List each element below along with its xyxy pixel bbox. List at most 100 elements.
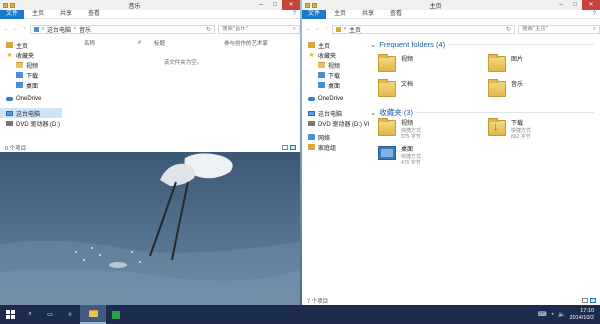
search-icon[interactable]: ⌕ (293, 26, 296, 33)
up-icon[interactable]: ↑ (323, 24, 329, 34)
tab-view[interactable]: 查看 (382, 10, 410, 19)
nav-item[interactable]: OneDrive (302, 94, 368, 104)
nav-item[interactable]: 下载 (302, 70, 368, 80)
favorite-downloads[interactable]: 下载 快捷方式 892 字节 (488, 118, 531, 140)
nav-item[interactable]: 主页 (302, 40, 368, 50)
nav-item[interactable]: 视频 (302, 60, 368, 70)
frequent-folders-header[interactable]: ⌄ Frequent folders (4) (370, 38, 600, 50)
tab-home[interactable]: 主页 (24, 10, 52, 19)
minimize-button[interactable]: – (554, 0, 568, 10)
maximize-button[interactable]: □ (268, 0, 282, 10)
refresh-icon[interactable]: ↻ (506, 26, 511, 33)
nav-item-label: 收藏夹 (16, 53, 35, 60)
quick-access-toolbar[interactable] (3, 2, 15, 8)
file-tab[interactable]: 文件 (302, 9, 327, 19)
maximize-button[interactable]: □ (568, 0, 582, 10)
nav-item[interactable]: DVD 驱动器 (D:) (0, 118, 62, 128)
close-button[interactable]: ✕ (282, 0, 300, 10)
frequent-folder-music[interactable]: 音乐 (488, 79, 524, 97)
title-bar[interactable]: 音乐 – □ ✕ (0, 0, 300, 10)
ribbon-tabs: 文件 主页 共享 查看 ? (302, 9, 600, 19)
breadcrumb-this-pc[interactable]: 这台电脑 (47, 25, 71, 34)
search-button[interactable]: ⌕ (20, 305, 40, 324)
explorer-button[interactable] (80, 305, 106, 324)
forward-icon[interactable]: → (314, 24, 320, 34)
back-icon[interactable]: ← (3, 24, 9, 34)
collapse-icon[interactable]: ⌄ (370, 108, 376, 117)
forward-icon[interactable]: → (12, 24, 18, 34)
address-bar[interactable]: › 主页 ↻ (332, 24, 515, 34)
up-icon[interactable]: ↑ (21, 24, 27, 34)
nav-item[interactable]: 视频 (0, 60, 62, 70)
search-input[interactable] (522, 25, 592, 33)
nav-item-label: OneDrive (16, 96, 42, 102)
nav-item[interactable]: 主页 (0, 40, 62, 50)
column-artist[interactable]: 参与创作的艺术家 (224, 39, 268, 47)
volume-icon[interactable]: 🔈 (558, 311, 565, 318)
close-button[interactable]: ✕ (582, 0, 600, 10)
nav-item[interactable]: 这台电脑 (0, 108, 62, 118)
clock[interactable]: 17:10 2014/10/2 (570, 308, 594, 322)
folder-icon (488, 54, 506, 72)
minimize-button[interactable]: – (254, 0, 268, 10)
nav-item[interactable]: 桌面 (302, 80, 368, 90)
nav-item[interactable]: 桌面 (0, 80, 62, 90)
nav-item[interactable]: 下载 (0, 70, 62, 80)
column-name[interactable]: 名称 (66, 39, 138, 47)
tab-share[interactable]: 共享 (52, 10, 80, 19)
breadcrumb-home[interactable]: 主页 (349, 25, 361, 34)
file-tab[interactable]: 文件 (0, 9, 25, 19)
breadcrumb-separator: › (74, 26, 77, 32)
large-icons-view-icon[interactable] (590, 298, 596, 303)
nav-item-label: 主页 (318, 43, 331, 50)
folder-icon[interactable] (3, 2, 8, 8)
nav-item[interactable]: 网络 (302, 132, 368, 142)
ie-button[interactable]: e (60, 305, 80, 324)
file-list[interactable]: 名称 # 标题 参与创作的艺术家 该文件夹为空。 (66, 38, 300, 138)
nav-item[interactable]: DVD 驱动器 (D:) VI (302, 118, 369, 128)
help-icon[interactable]: ? (293, 11, 296, 17)
frequent-folder-videos[interactable]: 视频 (378, 54, 413, 72)
quick-access-toolbar[interactable] (305, 2, 317, 8)
store-button[interactable] (106, 305, 126, 324)
details-view-icon[interactable] (282, 145, 288, 150)
back-icon[interactable]: ← (305, 24, 311, 34)
column-number[interactable]: # (138, 40, 154, 46)
title-bar[interactable]: 主页 – □ ✕ (302, 0, 600, 10)
large-icons-view-icon[interactable] (290, 145, 296, 150)
favorite-videos[interactable]: 视频 快捷方式 875 字节 (378, 118, 421, 140)
favorite-desktop[interactable]: 桌面 快捷方式 475 字节 (378, 146, 421, 166)
nav-item[interactable]: OneDrive (0, 94, 62, 104)
tab-view[interactable]: 查看 (80, 10, 108, 19)
address-bar[interactable]: › 这台电脑 › 音乐 ↻ (30, 24, 215, 34)
explorer-window-home[interactable]: 主页 – □ ✕ 文件 主页 共享 查看 ? ← → ↑ › 主页 ↻ ⌕ 主页… (302, 0, 600, 305)
folder-label: 音乐 (511, 82, 524, 88)
breadcrumb-music[interactable]: 音乐 (79, 25, 91, 34)
search-icon[interactable]: ⌕ (593, 26, 596, 33)
network-icon[interactable]: ◔ (550, 312, 554, 318)
start-button[interactable] (0, 305, 20, 324)
refresh-icon[interactable]: ↻ (206, 26, 211, 33)
favorites-header[interactable]: ⌄ 收藏夹 (3) (370, 106, 600, 118)
folder-icon (318, 62, 325, 68)
keyboard-icon[interactable]: ⌨ (538, 311, 547, 318)
frequent-folder-pictures[interactable]: 图片 (488, 54, 523, 72)
nav-item[interactable]: 这台电脑 (302, 108, 368, 118)
task-view-button[interactable]: ▭ (40, 305, 60, 324)
details-view-icon[interactable] (582, 298, 588, 303)
folder-icon[interactable] (305, 2, 310, 8)
nav-item[interactable]: 家庭组 (302, 142, 368, 152)
explorer-window-music[interactable]: 音乐 – □ ✕ 文件 主页 共享 查看 ? ← → ↑ › 这台电脑 › 音乐… (0, 0, 300, 152)
help-icon[interactable]: ? (593, 11, 596, 17)
search-input[interactable] (222, 25, 292, 33)
nav-item[interactable]: ★ 收藏夹 (0, 50, 62, 60)
tab-share[interactable]: 共享 (354, 10, 382, 19)
nav-item[interactable]: ★ 收藏夹 (302, 50, 368, 60)
search-box[interactable]: ⌕ (218, 24, 300, 34)
frequent-folder-documents[interactable]: 文档 (378, 79, 413, 97)
tab-home[interactable]: 主页 (326, 10, 354, 19)
favorite-name: 下载 (511, 121, 524, 127)
collapse-icon[interactable]: ⌄ (370, 40, 376, 49)
column-title[interactable]: 标题 (154, 39, 224, 47)
search-box[interactable]: ⌕ (518, 24, 600, 34)
